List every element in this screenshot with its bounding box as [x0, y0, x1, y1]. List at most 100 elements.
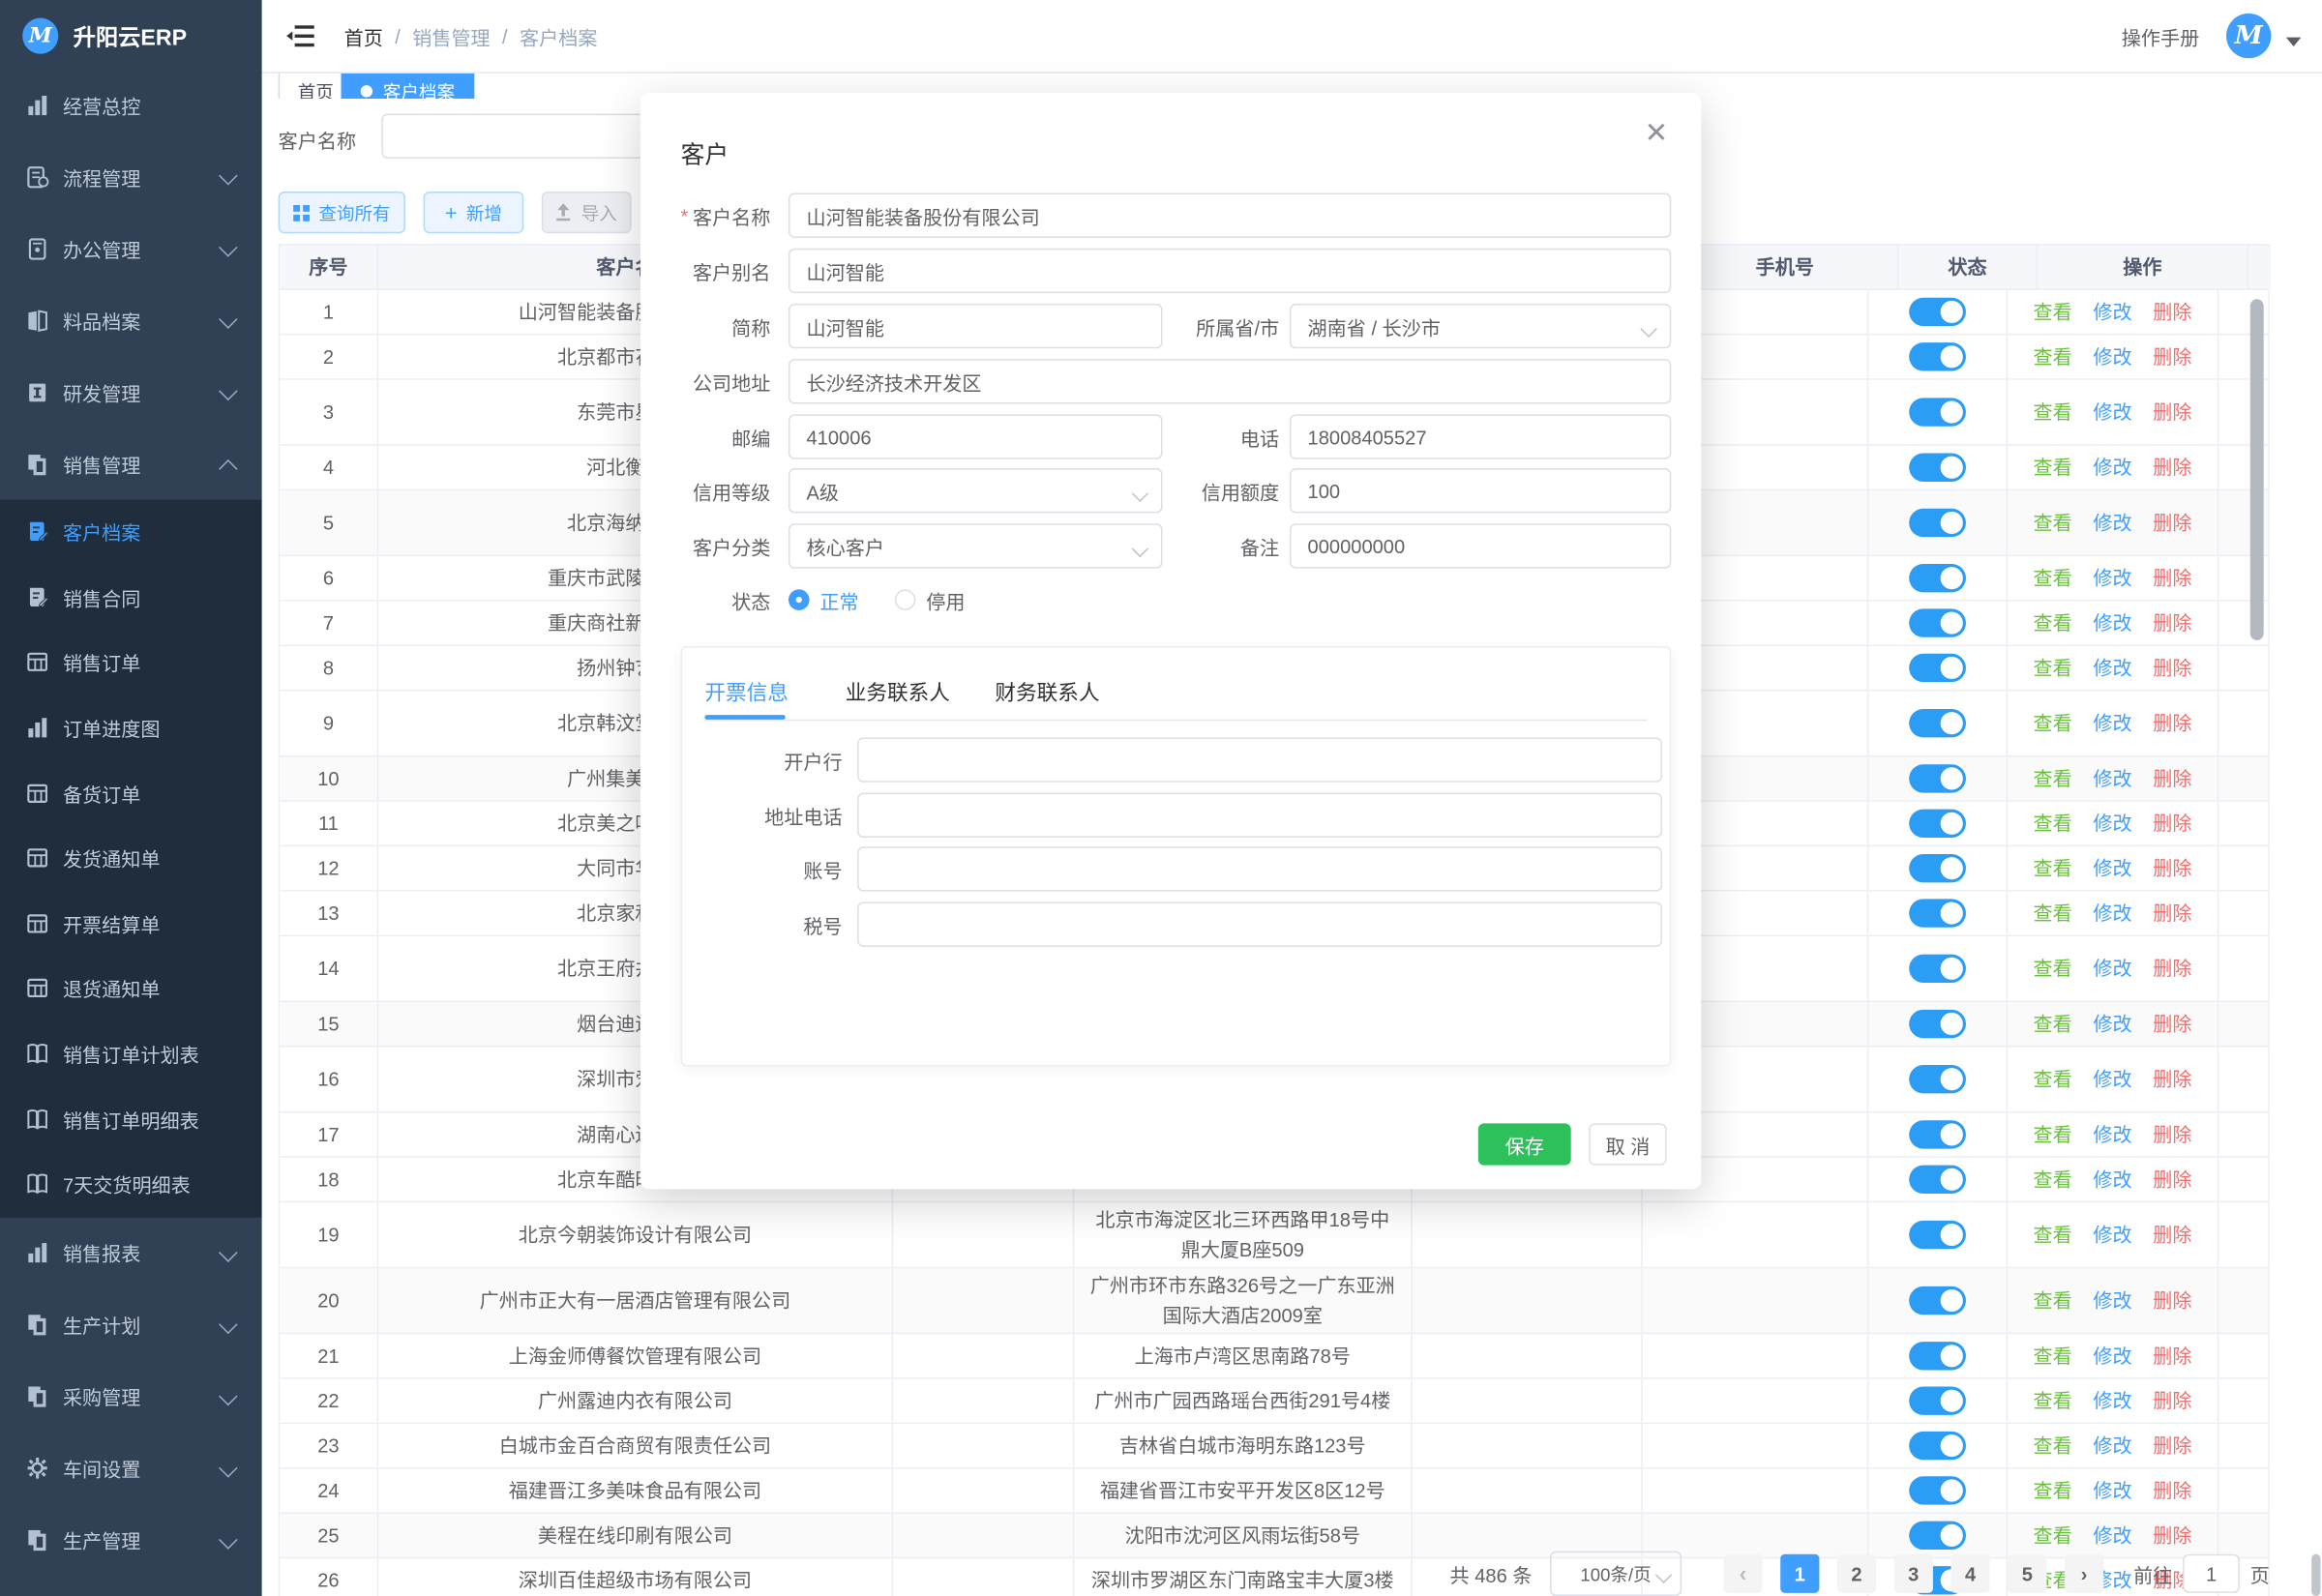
status-toggle[interactable] [1909, 564, 1966, 592]
status-toggle[interactable] [1909, 1120, 1966, 1148]
view-link[interactable]: 查看 [2033, 709, 2071, 738]
view-link[interactable]: 查看 [2033, 1432, 2071, 1461]
add-button[interactable]: + 新增 [424, 192, 524, 233]
sidebar-item-料品档案[interactable]: 料品档案 [0, 284, 262, 356]
tax-number-input[interactable] [857, 901, 1662, 946]
sidebar-subitem-销售合同[interactable]: 销售合同 [0, 565, 262, 630]
edit-link[interactable]: 修改 [2093, 1165, 2131, 1194]
sidebar-item-研发管理[interactable]: 研发管理 [0, 356, 262, 428]
import-button[interactable]: 导入 [542, 192, 632, 233]
edit-link[interactable]: 修改 [2093, 342, 2131, 371]
delete-link[interactable]: 删除 [2153, 297, 2191, 326]
view-link[interactable]: 查看 [2033, 508, 2071, 537]
status-disabled-label[interactable]: 停用 [926, 585, 965, 613]
delete-link[interactable]: 删除 [2153, 398, 2191, 427]
save-button[interactable]: 保存 [1478, 1123, 1571, 1165]
edit-link[interactable]: 修改 [2093, 608, 2131, 637]
status-toggle[interactable] [1909, 1432, 1966, 1460]
delete-link[interactable]: 删除 [2153, 453, 2191, 482]
sidebar-item-办公管理[interactable]: 办公管理 [0, 213, 262, 284]
status-toggle[interactable] [1909, 709, 1966, 737]
delete-link[interactable]: 删除 [2153, 854, 2191, 883]
sidebar-item-生产计划[interactable]: 生产计划 [0, 1288, 262, 1360]
breadcrumb-home[interactable]: 首页 [344, 21, 383, 49]
tab-invoice-info[interactable]: 开票信息 [704, 668, 789, 716]
status-toggle[interactable] [1909, 454, 1966, 482]
sidebar-item-销售管理[interactable]: 销售管理 [0, 428, 262, 499]
delete-link[interactable]: 删除 [2153, 1165, 2191, 1194]
status-toggle[interactable] [1909, 1342, 1966, 1370]
view-link[interactable]: 查看 [2033, 342, 2071, 371]
table-row[interactable]: 22广州露迪内衣有限公司广州市广园西路瑶台西街291号4楼查看修改删除 [280, 1379, 2268, 1424]
bank-address-input[interactable] [857, 793, 1662, 838]
status-toggle[interactable] [1909, 1522, 1966, 1550]
sidebar-subitem-订单进度图[interactable]: 订单进度图 [0, 695, 262, 760]
tab-finance-contact[interactable]: 财务联系人 [995, 668, 1099, 716]
sidebar-subitem-销售订单[interactable]: 销售订单 [0, 630, 262, 695]
sidebar-subitem-销售订单计划表[interactable]: 销售订单计划表 [0, 1021, 262, 1086]
edit-link[interactable]: 修改 [2093, 764, 2131, 793]
sidebar-item-经营总控[interactable]: 经营总控 [0, 69, 262, 140]
status-toggle[interactable] [1909, 1221, 1966, 1249]
tab-customer-archive[interactable]: 客户档案 [342, 72, 475, 99]
status-toggle[interactable] [1909, 1065, 1966, 1093]
view-link[interactable]: 查看 [2033, 1342, 2071, 1371]
view-link[interactable]: 查看 [2033, 1386, 2071, 1415]
sidebar-item-采购管理[interactable]: 采购管理 [0, 1360, 262, 1432]
manual-link[interactable]: 操作手册 [2122, 21, 2199, 49]
customer-alias-input[interactable]: 山河智能 [789, 249, 1671, 293]
table-row[interactable]: 19北京今朝装饰设计有限公司北京市海淀区北三环西路甲18号中鼎大厦B座509查看… [280, 1202, 2268, 1268]
phone-input[interactable]: 18008405527 [1290, 414, 1671, 458]
goto-page-input[interactable]: 1 [2183, 1554, 2240, 1593]
view-link[interactable]: 查看 [2033, 1120, 2071, 1149]
next-page-button[interactable]: › [2065, 1554, 2103, 1593]
zip-code-input[interactable]: 410006 [789, 414, 1163, 458]
breadcrumb-sales[interactable]: 销售管理 [412, 21, 490, 49]
page-button-2[interactable]: 2 [1837, 1554, 1876, 1593]
delete-link[interactable]: 删除 [2153, 1476, 2191, 1505]
account-number-input[interactable] [857, 846, 1662, 891]
status-toggle[interactable] [1909, 1476, 1966, 1504]
view-link[interactable]: 查看 [2033, 653, 2071, 682]
table-row[interactable]: 23白城市金百合商贸有限责任公司吉林省白城市海明东路123号查看修改删除 [280, 1424, 2268, 1468]
delete-link[interactable]: 删除 [2153, 1286, 2191, 1315]
view-link[interactable]: 查看 [2033, 1165, 2071, 1194]
delete-link[interactable]: 删除 [2153, 1220, 2191, 1249]
edit-link[interactable]: 修改 [2093, 1476, 2131, 1505]
edit-link[interactable]: 修改 [2093, 297, 2131, 326]
delete-link[interactable]: 删除 [2153, 508, 2191, 537]
delete-link[interactable]: 删除 [2153, 954, 2191, 983]
delete-link[interactable]: 删除 [2153, 1342, 2191, 1371]
sidebar-subitem-销售订单明细表[interactable]: 销售订单明细表 [0, 1086, 262, 1151]
status-normal-label[interactable]: 正常 [819, 585, 858, 613]
edit-link[interactable]: 修改 [2093, 709, 2131, 738]
sidebar-subitem-退货通知单[interactable]: 退货通知单 [0, 956, 262, 1020]
view-link[interactable]: 查看 [2033, 608, 2071, 637]
edit-link[interactable]: 修改 [2093, 1432, 2131, 1461]
table-row[interactable]: 24福建晋江多美味食品有限公司福建省晋江市安平开发区8区12号查看修改删除 [280, 1469, 2268, 1514]
bank-input[interactable] [857, 737, 1662, 782]
view-link[interactable]: 查看 [2033, 1286, 2071, 1315]
edit-link[interactable]: 修改 [2093, 1220, 2131, 1249]
credit-limit-input[interactable]: 100 [1290, 468, 1671, 513]
page-button-4[interactable]: 4 [1950, 1554, 1989, 1593]
edit-link[interactable]: 修改 [2093, 508, 2131, 537]
status-toggle[interactable] [1909, 854, 1966, 882]
edit-link[interactable]: 修改 [2093, 854, 2131, 883]
close-icon[interactable]: ✕ [1645, 117, 1669, 152]
page-button-3[interactable]: 3 [1894, 1554, 1933, 1593]
delete-link[interactable]: 删除 [2153, 1120, 2191, 1149]
view-link[interactable]: 查看 [2033, 297, 2071, 326]
edit-link[interactable]: 修改 [2093, 954, 2131, 983]
sidebar-subitem-发货通知单[interactable]: 发货通知单 [0, 826, 262, 891]
cancel-button[interactable]: 取 消 [1589, 1123, 1666, 1165]
status-toggle[interactable] [1909, 764, 1966, 792]
view-link[interactable]: 查看 [2033, 1476, 2071, 1505]
delete-link[interactable]: 删除 [2153, 899, 2191, 928]
sidebar-subitem-备货订单[interactable]: 备货订单 [0, 760, 262, 825]
brand[interactable]: M 升阳云ERP [0, 0, 262, 72]
edit-link[interactable]: 修改 [2093, 564, 2131, 593]
view-link[interactable]: 查看 [2033, 564, 2071, 593]
edit-link[interactable]: 修改 [2093, 1009, 2131, 1038]
delete-link[interactable]: 删除 [2153, 653, 2191, 682]
